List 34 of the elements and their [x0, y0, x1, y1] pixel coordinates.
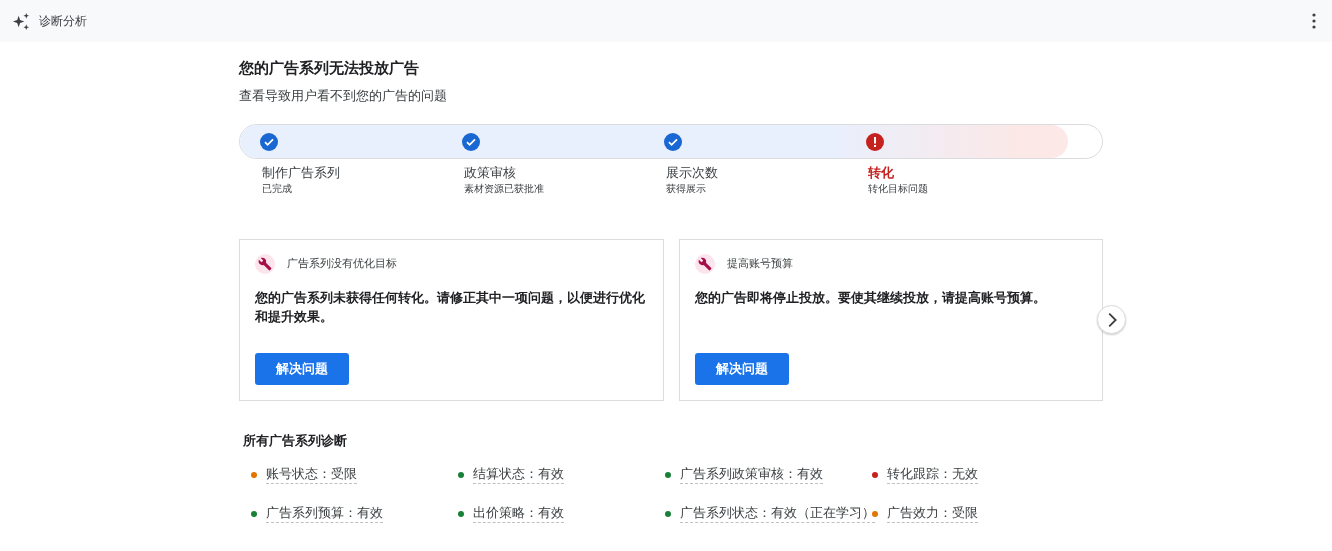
card-message: 您的广告系列未获得任何转化。请修正其中一项问题，以便进行优化和提升效果。	[255, 289, 646, 326]
step-detail: 转化目标问题	[868, 182, 928, 196]
step-detail: 素材资源已获批准	[464, 182, 544, 196]
diagnostic-link[interactable]: 广告效力：受限	[887, 505, 978, 523]
section-title: 您的广告系列无法投放广告	[239, 58, 420, 78]
checkmark-icon	[462, 133, 480, 151]
step-title: 转化	[868, 164, 894, 182]
step-detail: 获得展示	[666, 182, 706, 196]
step-detail: 已完成	[262, 182, 292, 196]
section-subtitle: 查看导致用户看不到您的广告的问题	[239, 87, 448, 105]
checkmark-icon	[664, 133, 682, 151]
page-title: 诊断分析	[39, 12, 87, 30]
sparkle-icon	[12, 11, 31, 31]
diagnostic-link[interactable]: 结算状态：有效	[473, 466, 564, 484]
diagnostics-title: 所有广告系列诊断	[243, 433, 348, 450]
diagnostic-link[interactable]: 转化跟踪：无效	[887, 466, 978, 484]
error-icon	[866, 133, 884, 151]
checkmark-icon	[260, 133, 278, 151]
card-title: 提高账号预算	[726, 257, 793, 271]
diagnostic-link[interactable]: 出价策略：有效	[473, 505, 564, 523]
more-icon	[1312, 13, 1316, 29]
resolve-button[interactable]: 解决问题	[255, 353, 349, 385]
diagnostic-link[interactable]: 广告系列预算：有效	[266, 505, 383, 523]
card-message: 您的广告即将停止投放。要使其继续投放，请提高账号预算。	[694, 289, 1047, 307]
wrench-icon	[255, 254, 275, 274]
diagnostic-link[interactable]: 广告系列政策审核：有效	[680, 466, 823, 484]
step-title: 展示次数	[666, 164, 718, 182]
resolve-button[interactable]: 解决问题	[694, 353, 789, 385]
next-button[interactable]	[1097, 305, 1126, 334]
wrench-icon	[694, 254, 715, 274]
card-title: 广告系列没有优化目标	[287, 257, 397, 271]
diagnostic-link[interactable]: 账号状态：受限	[266, 466, 357, 484]
step-title: 制作广告系列	[262, 164, 340, 182]
step-title: 政策审核	[464, 164, 516, 182]
